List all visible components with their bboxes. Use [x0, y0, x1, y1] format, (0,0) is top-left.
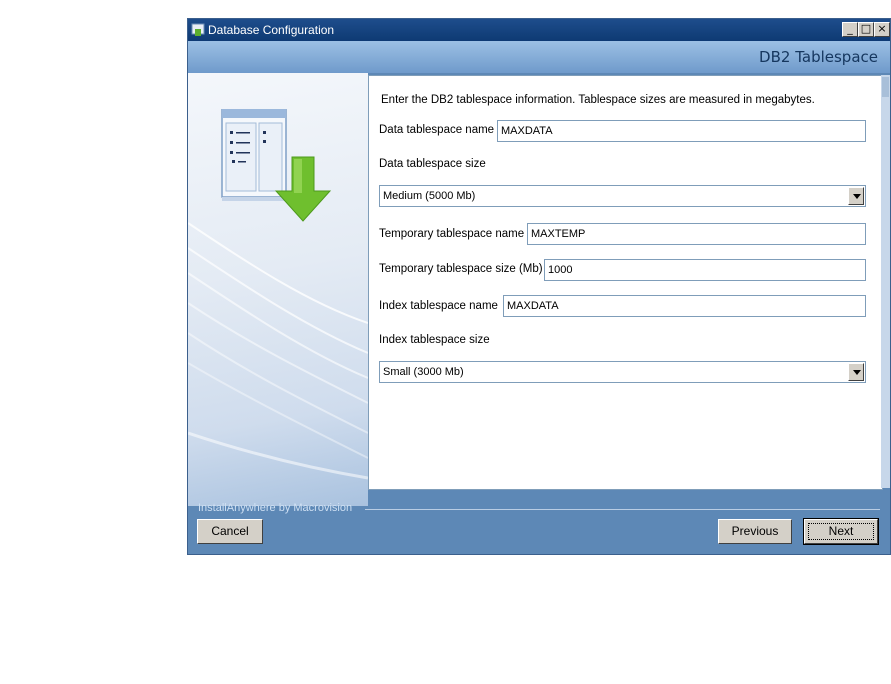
step-title: DB2 Tablespace	[759, 48, 878, 66]
step-header: DB2 Tablespace	[188, 41, 890, 73]
previous-button[interactable]: Previous	[718, 519, 792, 544]
data-tablespace-name-label: Data tablespace name	[379, 124, 495, 136]
title-bar[interactable]: Database Configuration _ □ ×	[188, 19, 890, 41]
maximize-button[interactable]: □	[858, 22, 874, 37]
footer-divider	[365, 509, 880, 510]
scrollbar-thumb[interactable]	[882, 77, 889, 97]
brand-label: InstallAnywhere by Macrovision	[198, 502, 353, 514]
cancel-button[interactable]: Cancel	[197, 519, 263, 544]
next-button[interactable]: Next	[803, 518, 879, 545]
data-tablespace-size-value: Medium (5000 Mb)	[383, 190, 476, 202]
index-tablespace-name-input[interactable]: MAXDATA	[503, 295, 866, 317]
chevron-down-icon[interactable]	[848, 363, 864, 381]
minimize-button[interactable]: _	[842, 22, 858, 37]
focus-ring	[808, 523, 874, 540]
database-download-arrow-icon	[221, 109, 332, 222]
data-tablespace-size-label: Data tablespace size	[379, 158, 486, 170]
scrollbar[interactable]	[881, 75, 890, 488]
data-tablespace-name-input[interactable]: MAXDATA	[497, 120, 866, 142]
left-graphic-panel	[188, 73, 368, 506]
window-title: Database Configuration	[208, 23, 335, 37]
chevron-down-icon[interactable]	[848, 187, 864, 205]
data-tablespace-size-select[interactable]: Medium (5000 Mb)	[379, 185, 866, 207]
index-tablespace-name-label: Index tablespace name	[379, 300, 498, 312]
intro-text: Enter the DB2 tablespace information. Ta…	[381, 94, 815, 106]
index-tablespace-size-select[interactable]: Small (3000 Mb)	[379, 361, 866, 383]
temporary-tablespace-size-label: Temporary tablespace size (Mb)	[379, 263, 543, 275]
temporary-tablespace-size-input[interactable]: 1000	[544, 259, 866, 281]
installer-window: Database Configuration _ □ × DB2 Tablesp…	[187, 18, 891, 555]
installer-icon	[191, 23, 205, 36]
form-panel: Enter the DB2 tablespace information. Ta…	[368, 75, 883, 490]
close-button[interactable]: ×	[874, 22, 890, 37]
index-tablespace-size-value: Small (3000 Mb)	[383, 366, 464, 378]
temporary-tablespace-name-input[interactable]: MAXTEMP	[527, 223, 866, 245]
temporary-tablespace-name-label: Temporary tablespace name	[379, 228, 525, 240]
index-tablespace-size-label: Index tablespace size	[379, 334, 490, 346]
